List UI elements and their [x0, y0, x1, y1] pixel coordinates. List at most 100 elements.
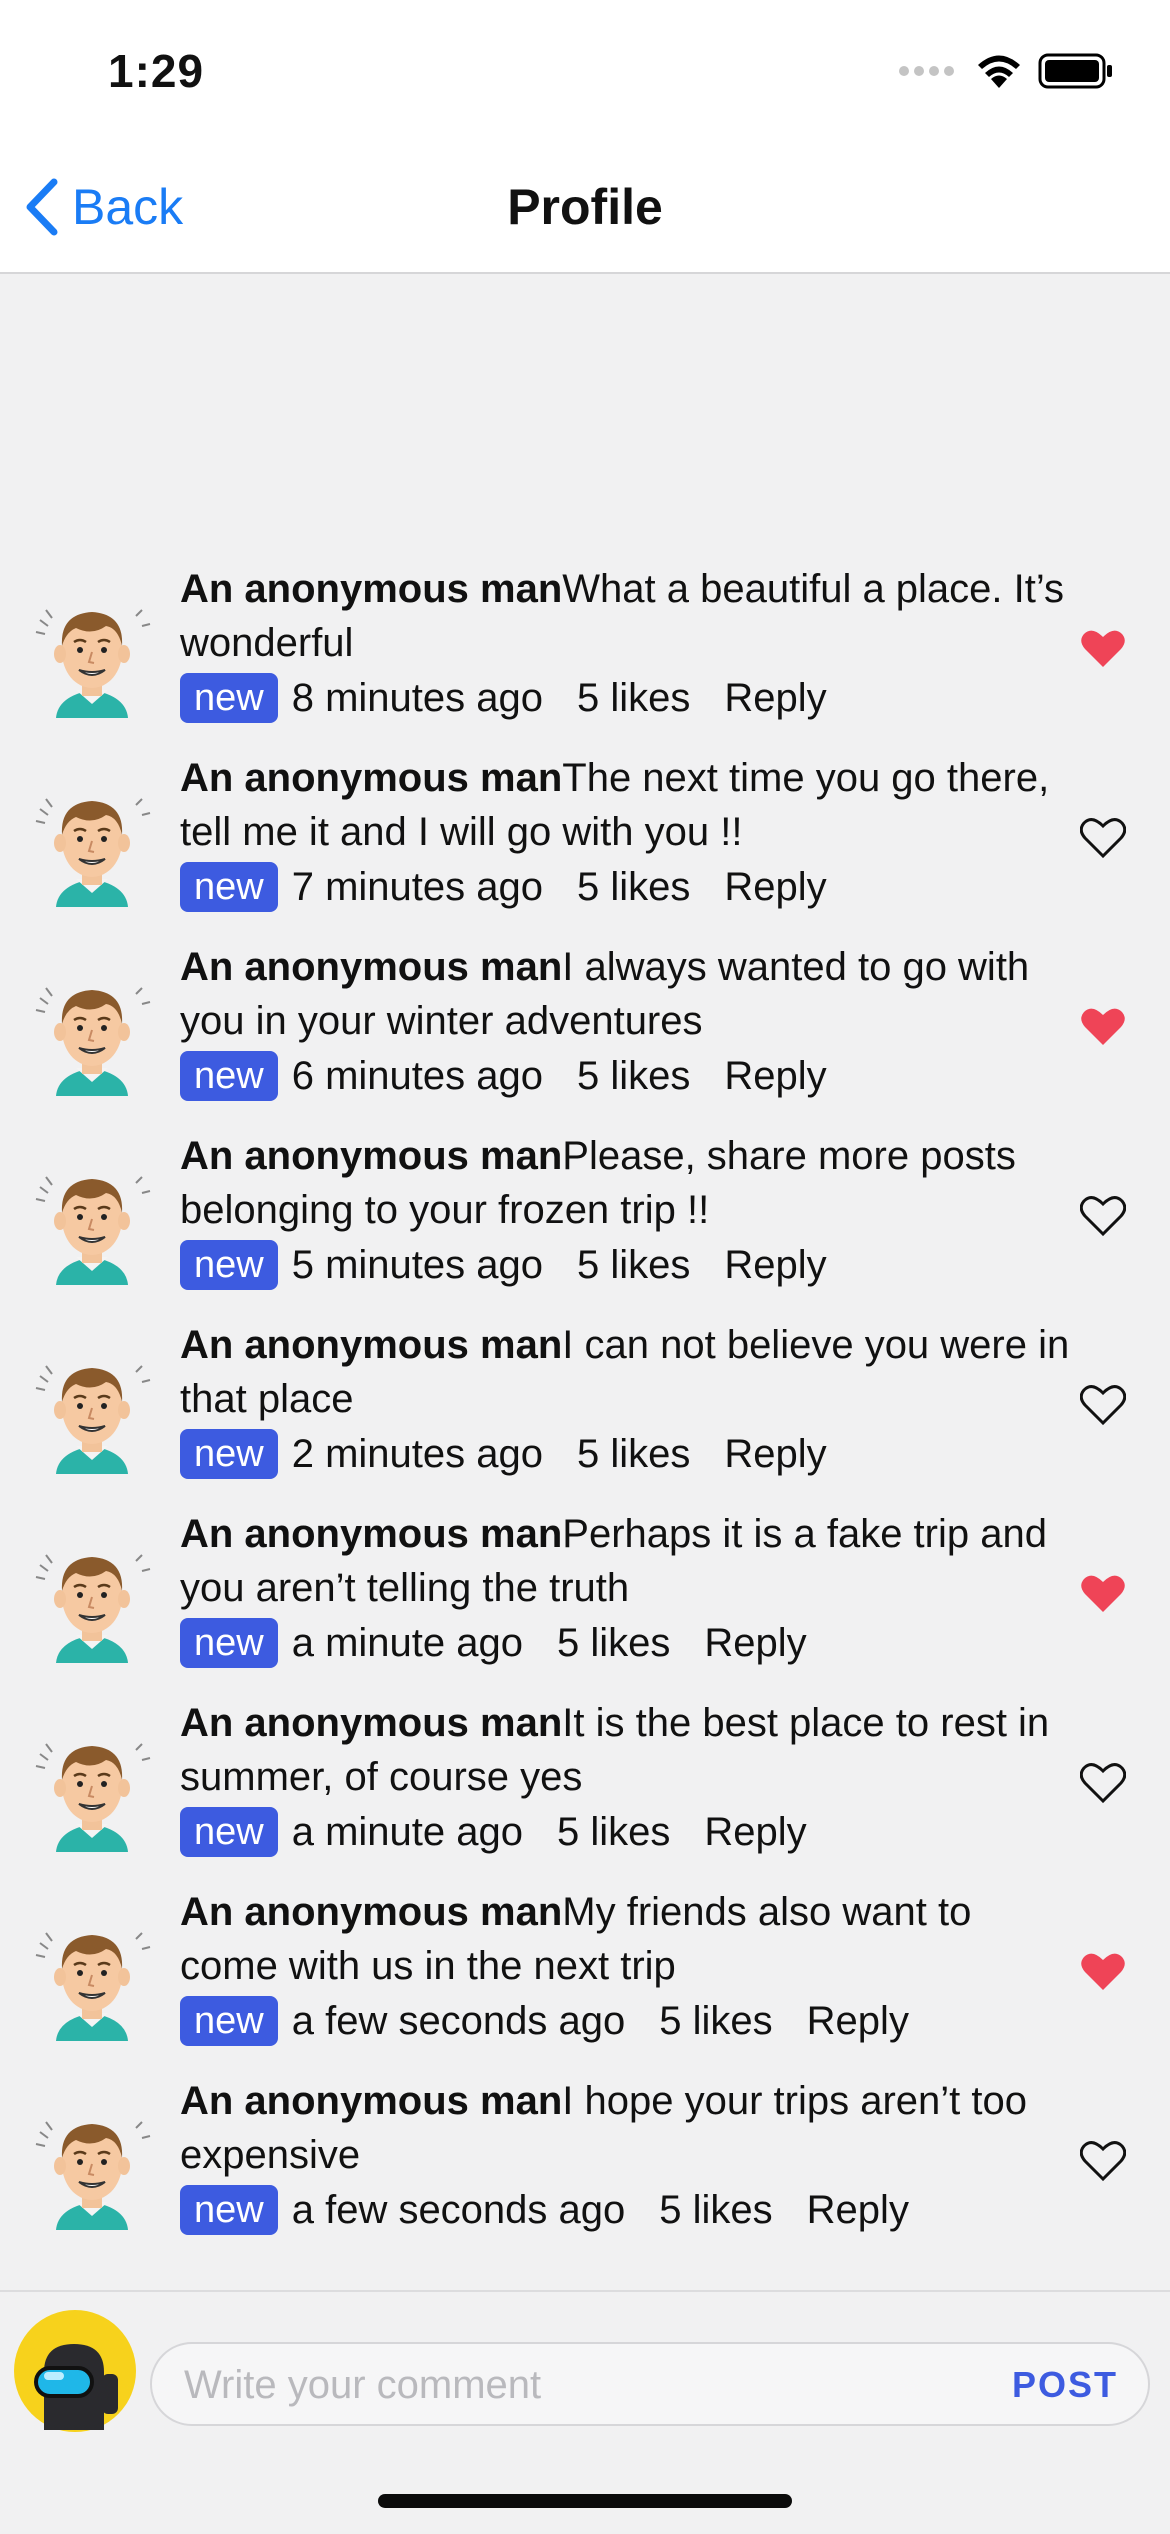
user-avatar-icon[interactable] — [32, 592, 152, 718]
comment-text-block: An anonymous manI always wanted to go wi… — [180, 940, 1080, 1048]
comment-body: An anonymous manI can not believe you we… — [180, 1318, 1080, 1480]
comment-input[interactable] — [182, 2344, 946, 2426]
home-indicator — [378, 2494, 792, 2508]
reply-button[interactable]: Reply — [807, 1995, 909, 2047]
heart-icon[interactable] — [1080, 1193, 1126, 1237]
user-avatar-icon[interactable] — [32, 1159, 152, 1285]
comment-likes[interactable]: 5 likes — [577, 672, 690, 724]
comment-text-block: An anonymous manMy friends also want to … — [180, 1885, 1080, 1993]
new-badge: new — [180, 1618, 278, 1668]
heart-icon[interactable] — [1080, 1760, 1126, 1804]
comment-item: An anonymous manMy friends also want to … — [0, 1875, 1170, 2064]
comment-body: An anonymous manIt is the best place to … — [180, 1696, 1080, 1858]
user-avatar-icon[interactable] — [32, 970, 152, 1096]
comment-time: 8 minutes ago — [291, 676, 543, 720]
user-avatar-icon[interactable] — [32, 1537, 152, 1663]
heart-icon[interactable] — [1080, 1571, 1126, 1615]
comment-text-block: An anonymous manPlease, share more posts… — [180, 1129, 1080, 1237]
comment-author[interactable]: An anonymous man — [180, 567, 562, 611]
comment-item: An anonymous manI hope your trips aren’t… — [0, 2064, 1170, 2253]
comment-time: 6 minutes ago — [291, 1054, 543, 1098]
heart-icon[interactable] — [1080, 626, 1126, 670]
status-bar: 1:29 — [0, 0, 1170, 150]
comment-likes[interactable]: 5 likes — [557, 1617, 670, 1669]
reply-button[interactable]: Reply — [724, 861, 826, 913]
comment-author[interactable]: An anonymous man — [180, 1134, 562, 1178]
new-badge: new — [180, 862, 278, 912]
new-badge: new — [180, 1240, 278, 1290]
user-avatar-icon[interactable] — [32, 781, 152, 907]
new-badge: new — [180, 673, 278, 723]
comment-likes[interactable]: 5 likes — [659, 1995, 772, 2047]
comment-body: An anonymous manPlease, share more posts… — [180, 1129, 1080, 1291]
reply-button[interactable]: Reply — [704, 1617, 806, 1669]
comment-text-block: An anonymous manPerhaps it is a fake tri… — [180, 1507, 1080, 1615]
comment-meta: new a minute ago 5 likes Reply — [180, 1806, 1080, 1858]
comment-item: An anonymous manWhat a beautiful a place… — [0, 552, 1170, 741]
status-icons — [899, 52, 1114, 90]
comment-time: 5 minutes ago — [291, 1243, 543, 1287]
comment-meta: new a minute ago 5 likes Reply — [180, 1617, 1080, 1669]
comment-time: 7 minutes ago — [291, 865, 543, 909]
user-avatar-icon[interactable] — [32, 1726, 152, 1852]
new-badge: new — [180, 1996, 278, 2046]
battery-icon — [1038, 53, 1112, 89]
post-button[interactable]: POST — [1012, 2364, 1118, 2406]
comment-likes[interactable]: 5 likes — [659, 2184, 772, 2236]
comment-time: a minute ago — [291, 1810, 523, 1854]
comment-item: An anonymous manI can not believe you we… — [0, 1308, 1170, 1497]
comment-text-block: An anonymous manWhat a beautiful a place… — [180, 562, 1080, 670]
comment-author[interactable]: An anonymous man — [180, 945, 562, 989]
comment-item: An anonymous manThe next time you go the… — [0, 741, 1170, 930]
comment-author[interactable]: An anonymous man — [180, 1323, 562, 1367]
page-title: Profile — [507, 179, 663, 235]
new-badge: new — [180, 1051, 278, 1101]
comment-text-block: An anonymous manIt is the best place to … — [180, 1696, 1080, 1804]
user-avatar-icon[interactable] — [32, 1348, 152, 1474]
comment-item: An anonymous manIt is the best place to … — [0, 1686, 1170, 1875]
heart-icon[interactable] — [1080, 1382, 1126, 1426]
comment-meta: new 7 minutes ago 5 likes Reply — [180, 861, 1080, 913]
comment-author[interactable]: An anonymous man — [180, 756, 562, 800]
comment-likes[interactable]: 5 likes — [557, 1806, 670, 1858]
comment-meta: new a few seconds ago 5 likes Reply — [180, 2184, 1080, 2236]
comment-likes[interactable]: 5 likes — [577, 1428, 690, 1480]
comment-meta: new 8 minutes ago 5 likes Reply — [180, 672, 1080, 724]
comment-author[interactable]: An anonymous man — [180, 1890, 562, 1934]
heart-icon[interactable] — [1080, 815, 1126, 859]
comment-item: An anonymous manPlease, share more posts… — [0, 1119, 1170, 1308]
comment-text-block: An anonymous manThe next time you go the… — [180, 751, 1080, 859]
heart-icon[interactable] — [1080, 1004, 1126, 1048]
heart-icon[interactable] — [1080, 1949, 1126, 1993]
comment-author[interactable]: An anonymous man — [180, 1701, 562, 1745]
new-badge: new — [180, 2185, 278, 2235]
comment-body: An anonymous manThe next time you go the… — [180, 751, 1080, 913]
user-avatar-icon[interactable] — [32, 2104, 152, 2230]
comment-author[interactable]: An anonymous man — [180, 1512, 562, 1556]
reply-button[interactable]: Reply — [724, 1428, 826, 1480]
reply-button[interactable]: Reply — [807, 2184, 909, 2236]
current-user-avatar-icon[interactable] — [14, 2310, 136, 2432]
comment-time: a minute ago — [291, 1621, 523, 1665]
comment-author[interactable]: An anonymous man — [180, 2079, 562, 2123]
user-avatar-icon[interactable] — [32, 1915, 152, 2041]
comment-body: An anonymous manI hope your trips aren’t… — [180, 2074, 1080, 2236]
comment-likes[interactable]: 5 likes — [577, 1050, 690, 1102]
comment-meta: new 2 minutes ago 5 likes Reply — [180, 1428, 1080, 1480]
comment-meta: new 5 minutes ago 5 likes Reply — [180, 1239, 1080, 1291]
reply-button[interactable]: Reply — [724, 672, 826, 724]
comment-text-block: An anonymous manI can not believe you we… — [180, 1318, 1080, 1426]
comment-likes[interactable]: 5 likes — [577, 861, 690, 913]
new-badge: new — [180, 1807, 278, 1857]
heart-icon[interactable] — [1080, 2138, 1126, 2182]
reply-button[interactable]: Reply — [724, 1239, 826, 1291]
comment-input-container: POST — [150, 2342, 1150, 2426]
reply-button[interactable]: Reply — [704, 1806, 806, 1858]
comment-body: An anonymous manWhat a beautiful a place… — [180, 562, 1080, 724]
comment-meta: new 6 minutes ago 5 likes Reply — [180, 1050, 1080, 1102]
comment-text-block: An anonymous manI hope your trips aren’t… — [180, 2074, 1080, 2182]
comment-likes[interactable]: 5 likes — [577, 1239, 690, 1291]
reply-button[interactable]: Reply — [724, 1050, 826, 1102]
comment-time: a few seconds ago — [291, 1999, 626, 2043]
navigation-bar: Back Profile — [0, 150, 1170, 274]
